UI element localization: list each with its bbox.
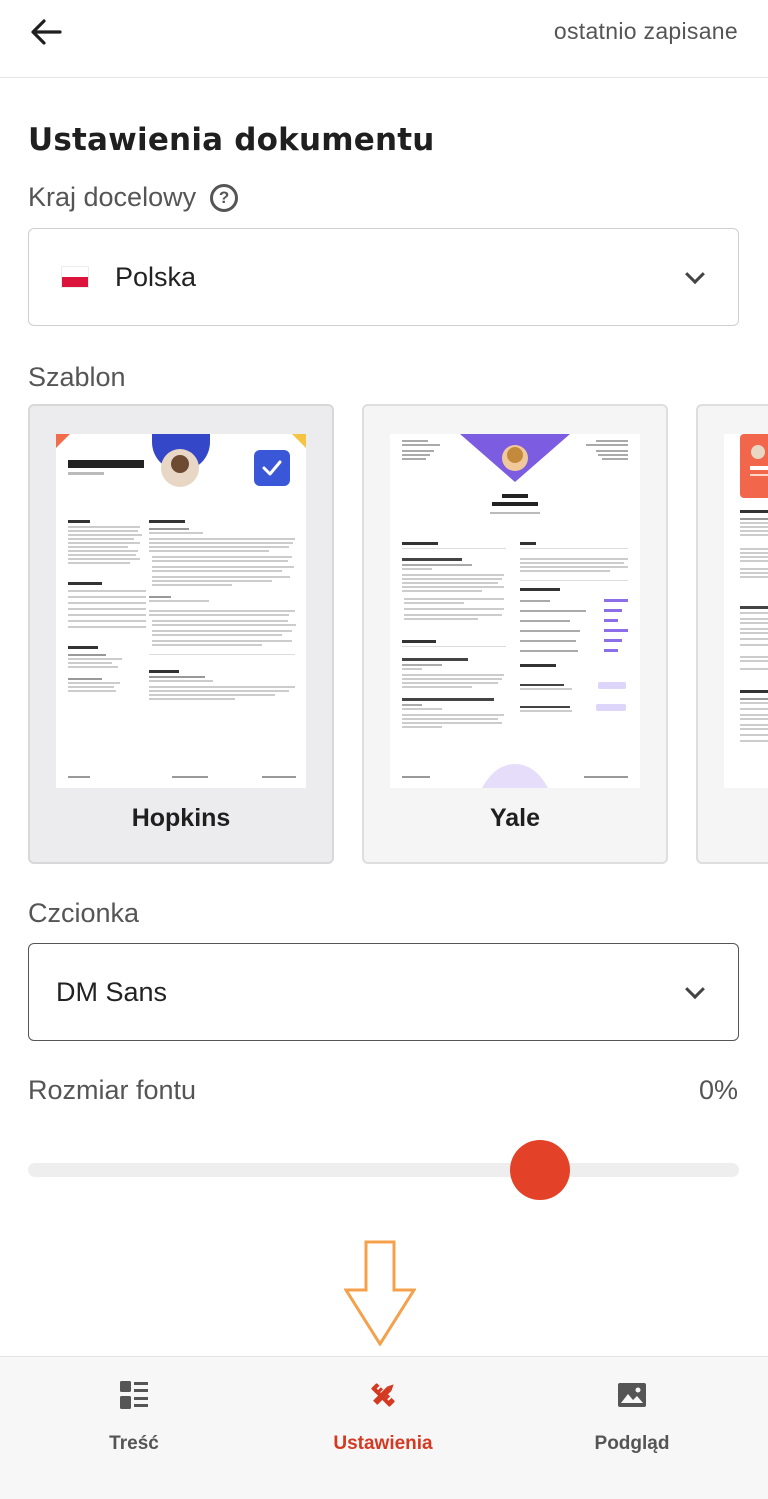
template-label: Szablon [28,362,126,392]
bottom-navigation: Treść Ustawienia Podgląd [0,1356,768,1499]
back-button[interactable] [24,10,68,54]
template-thumbnail [56,434,306,788]
chevron-down-icon [685,979,705,1000]
question-circle-icon[interactable]: ? [210,183,239,212]
arrow-down-icon [344,1240,416,1346]
country-value: Polska [115,261,197,292]
country-select[interactable]: Polska [28,228,739,326]
font-select[interactable]: DM Sans [28,943,739,1041]
selected-check-icon [254,450,290,486]
font-size-value: 0% [698,1075,738,1105]
template-thumbnail [724,434,768,788]
template-thumbnail [390,434,640,788]
template-card-third[interactable] [696,404,768,864]
arrow-left-icon [31,19,62,45]
slider-track[interactable] [28,1163,739,1177]
template-name-yale: Yale [489,804,541,832]
save-status: ostatnio zapisane [553,18,738,44]
country-label-text: Kraj docelowy [28,182,197,212]
top-bar: ostatnio zapisane [0,0,768,78]
image-preview-icon [618,1383,646,1407]
nav-label: Treść [109,1433,159,1454]
template-card-yale[interactable]: Yale [362,404,668,864]
nav-label: Ustawienia [333,1433,433,1454]
nav-label: Podgląd [594,1433,670,1454]
font-value: DM Sans [56,976,168,1007]
poland-flag-icon [61,266,89,288]
design-tools-icon [371,1383,395,1407]
nav-item-content[interactable]: Treść [34,1357,234,1477]
template-card-hopkins[interactable]: Hopkins [28,404,334,864]
chevron-down-icon [685,264,705,285]
nav-item-settings[interactable]: Ustawienia [283,1357,483,1477]
page-title: Ustawienia dokumentu [28,122,435,158]
template-name-hopkins: Hopkins [131,804,231,832]
font-size-slider[interactable] [28,1140,739,1200]
font-label: Czcionka [28,898,140,928]
country-label: Kraj docelowy ? [28,182,239,213]
slider-thumb[interactable] [510,1140,570,1200]
content-layout-icon [120,1381,148,1409]
font-size-label: Rozmiar fontu [28,1075,197,1105]
nav-item-preview[interactable]: Podgląd [532,1357,732,1477]
template-carousel[interactable]: Hopkins Yale [28,404,768,866]
